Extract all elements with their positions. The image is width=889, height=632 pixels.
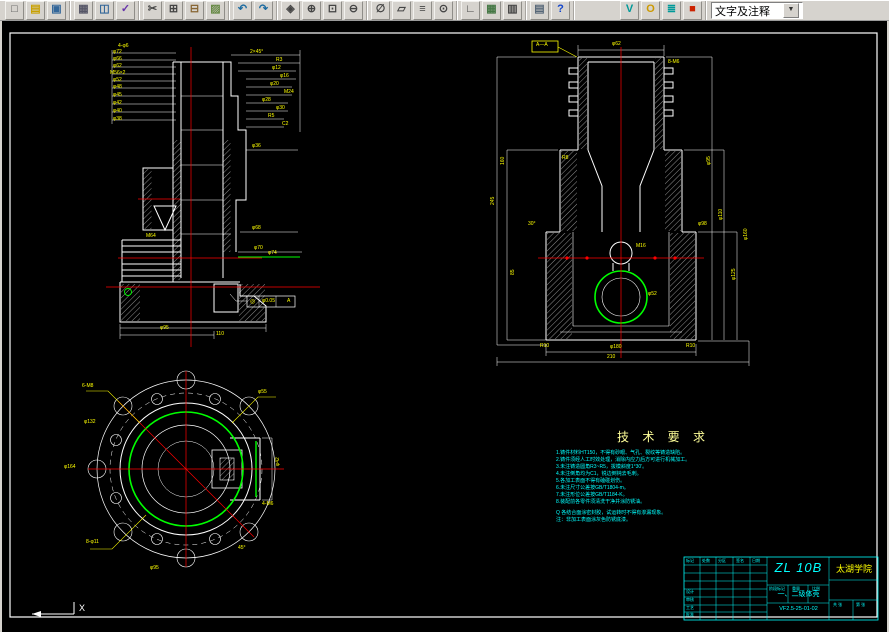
list-button[interactable]: ≡ [413, 1, 432, 20]
named-views-button[interactable]: V [620, 1, 639, 20]
redo-button[interactable]: ↷ [254, 1, 273, 20]
print-preview-button[interactable]: ◫ [95, 1, 114, 20]
match-properties-button[interactable]: ▨ [206, 1, 225, 20]
toolbar-group: ▦◫✓ [71, 1, 139, 20]
toolbar-group: □▤▣ [2, 1, 70, 20]
pan-button[interactable]: ◈ [281, 1, 300, 20]
osnap-button[interactable]: ▥ [503, 1, 522, 20]
zoom-realtime-button[interactable]: ⊕ [302, 1, 321, 20]
toolbar-group: ↶↷ [230, 1, 277, 20]
chevron-down-icon[interactable]: ▼ [783, 3, 799, 18]
toolbar-group: ✂⊞⊟▨ [140, 1, 229, 20]
area-button[interactable]: ▱ [392, 1, 411, 20]
paste-button[interactable]: ⊟ [185, 1, 204, 20]
help-button[interactable]: ? [551, 1, 570, 20]
object-snap-button[interactable]: O [641, 1, 660, 20]
main-toolbar: □▤▣▦◫✓✂⊞⊟▨↶↷◈⊕⊡⊖∅▱≡⊙∟▦▥▤? VO≣■ 文字及注释 ▼ [0, 0, 889, 21]
save-button[interactable]: ▣ [47, 1, 66, 20]
toolbar-left-groups: □▤▣▦◫✓✂⊞⊟▨↶↷◈⊕⊡⊖∅▱≡⊙∟▦▥▤? [2, 1, 575, 20]
cut-button[interactable]: ✂ [143, 1, 162, 20]
toolbar-group: ◈⊕⊡⊖ [278, 1, 367, 20]
grid-button[interactable]: ▦ [482, 1, 501, 20]
drawing-canvas[interactable] [2, 21, 887, 632]
layers-button[interactable]: ≣ [662, 1, 681, 20]
ortho-button[interactable]: ∟ [461, 1, 480, 20]
cad-window: □▤▣▦◫✓✂⊞⊟▨↶↷◈⊕⊡⊖∅▱≡⊙∟▦▥▤? VO≣■ 文字及注释 ▼ [0, 0, 889, 632]
layer-combo[interactable]: 文字及注释 ▼ [711, 2, 803, 19]
undo-button[interactable]: ↶ [233, 1, 252, 20]
copy-button[interactable]: ⊞ [164, 1, 183, 20]
open-file-button[interactable]: ▤ [26, 1, 45, 20]
locate-point-button[interactable]: ⊙ [434, 1, 453, 20]
color-control-button[interactable]: ■ [683, 1, 702, 20]
distance-button[interactable]: ∅ [371, 1, 390, 20]
zoom-window-button[interactable]: ⊡ [323, 1, 342, 20]
spell-check-button[interactable]: ✓ [116, 1, 135, 20]
calculator-button[interactable]: ▤ [530, 1, 549, 20]
toolbar-group: ∟▦▥ [458, 1, 526, 20]
toolbar-group: ∅▱≡⊙ [368, 1, 457, 20]
toolbar-right: VO≣■ 文字及注释 ▼ [617, 1, 803, 20]
print-button[interactable]: ▦ [74, 1, 93, 20]
toolbar-right-group: VO≣■ [617, 1, 706, 20]
toolbar-group: ▤? [527, 1, 574, 20]
new-file-button[interactable]: □ [5, 1, 24, 20]
zoom-previous-button[interactable]: ⊖ [344, 1, 363, 20]
layer-combo-value: 文字及注释 [715, 3, 770, 19]
